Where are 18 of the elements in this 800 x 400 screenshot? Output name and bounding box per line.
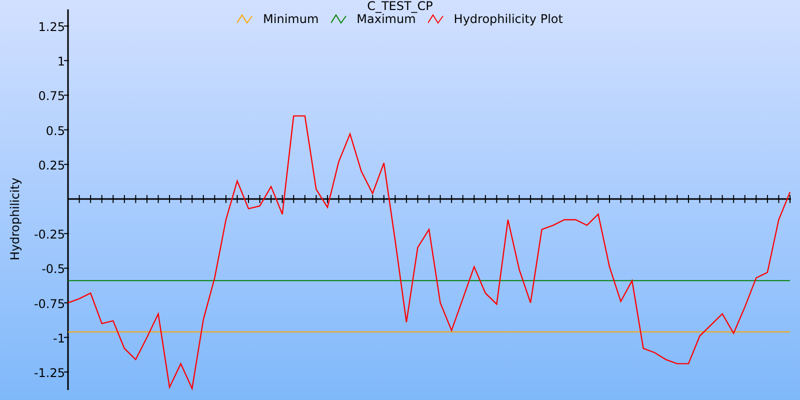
legend-line-icon xyxy=(330,14,347,24)
tick-label: -1.25 xyxy=(34,366,65,380)
tick-label: 1 xyxy=(57,54,65,69)
tick-label: -0.25 xyxy=(34,228,65,242)
legend-label: Hydrophilicity Plot xyxy=(454,11,563,27)
tick-label: -0.75 xyxy=(34,296,65,311)
legend-line-icon xyxy=(237,14,254,24)
tick-label: 0.5 xyxy=(46,124,65,138)
tick-label: 0.25 xyxy=(38,158,65,172)
tick-label: -1 xyxy=(53,331,65,346)
tick-label: -0.5 xyxy=(42,262,65,276)
legend-label: Minimum xyxy=(263,11,319,27)
tick-label: 1.25 xyxy=(38,20,65,34)
legend-line-icon xyxy=(428,14,444,24)
axis-title: Hydrophilicity xyxy=(8,178,22,260)
tick-label: 0.75 xyxy=(38,89,65,104)
chart-title: C_TEST_CP xyxy=(367,0,433,13)
legend-label: Maximum xyxy=(356,12,416,27)
